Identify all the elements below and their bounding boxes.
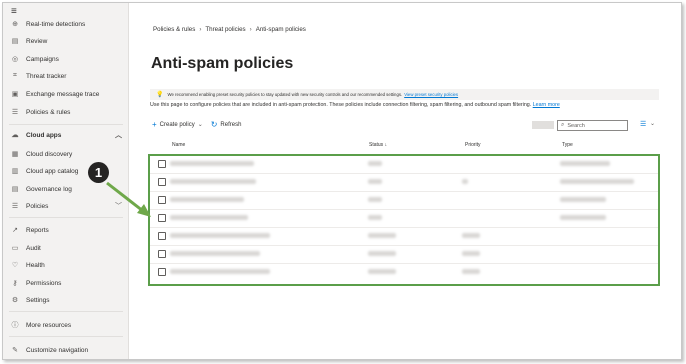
callout-number-badge: 1 [88, 162, 109, 183]
app-window: ≡ ⊕ Real-time detections ▤ Review ◎ Campaig… [2, 2, 682, 360]
callout-arrow [106, 181, 151, 217]
